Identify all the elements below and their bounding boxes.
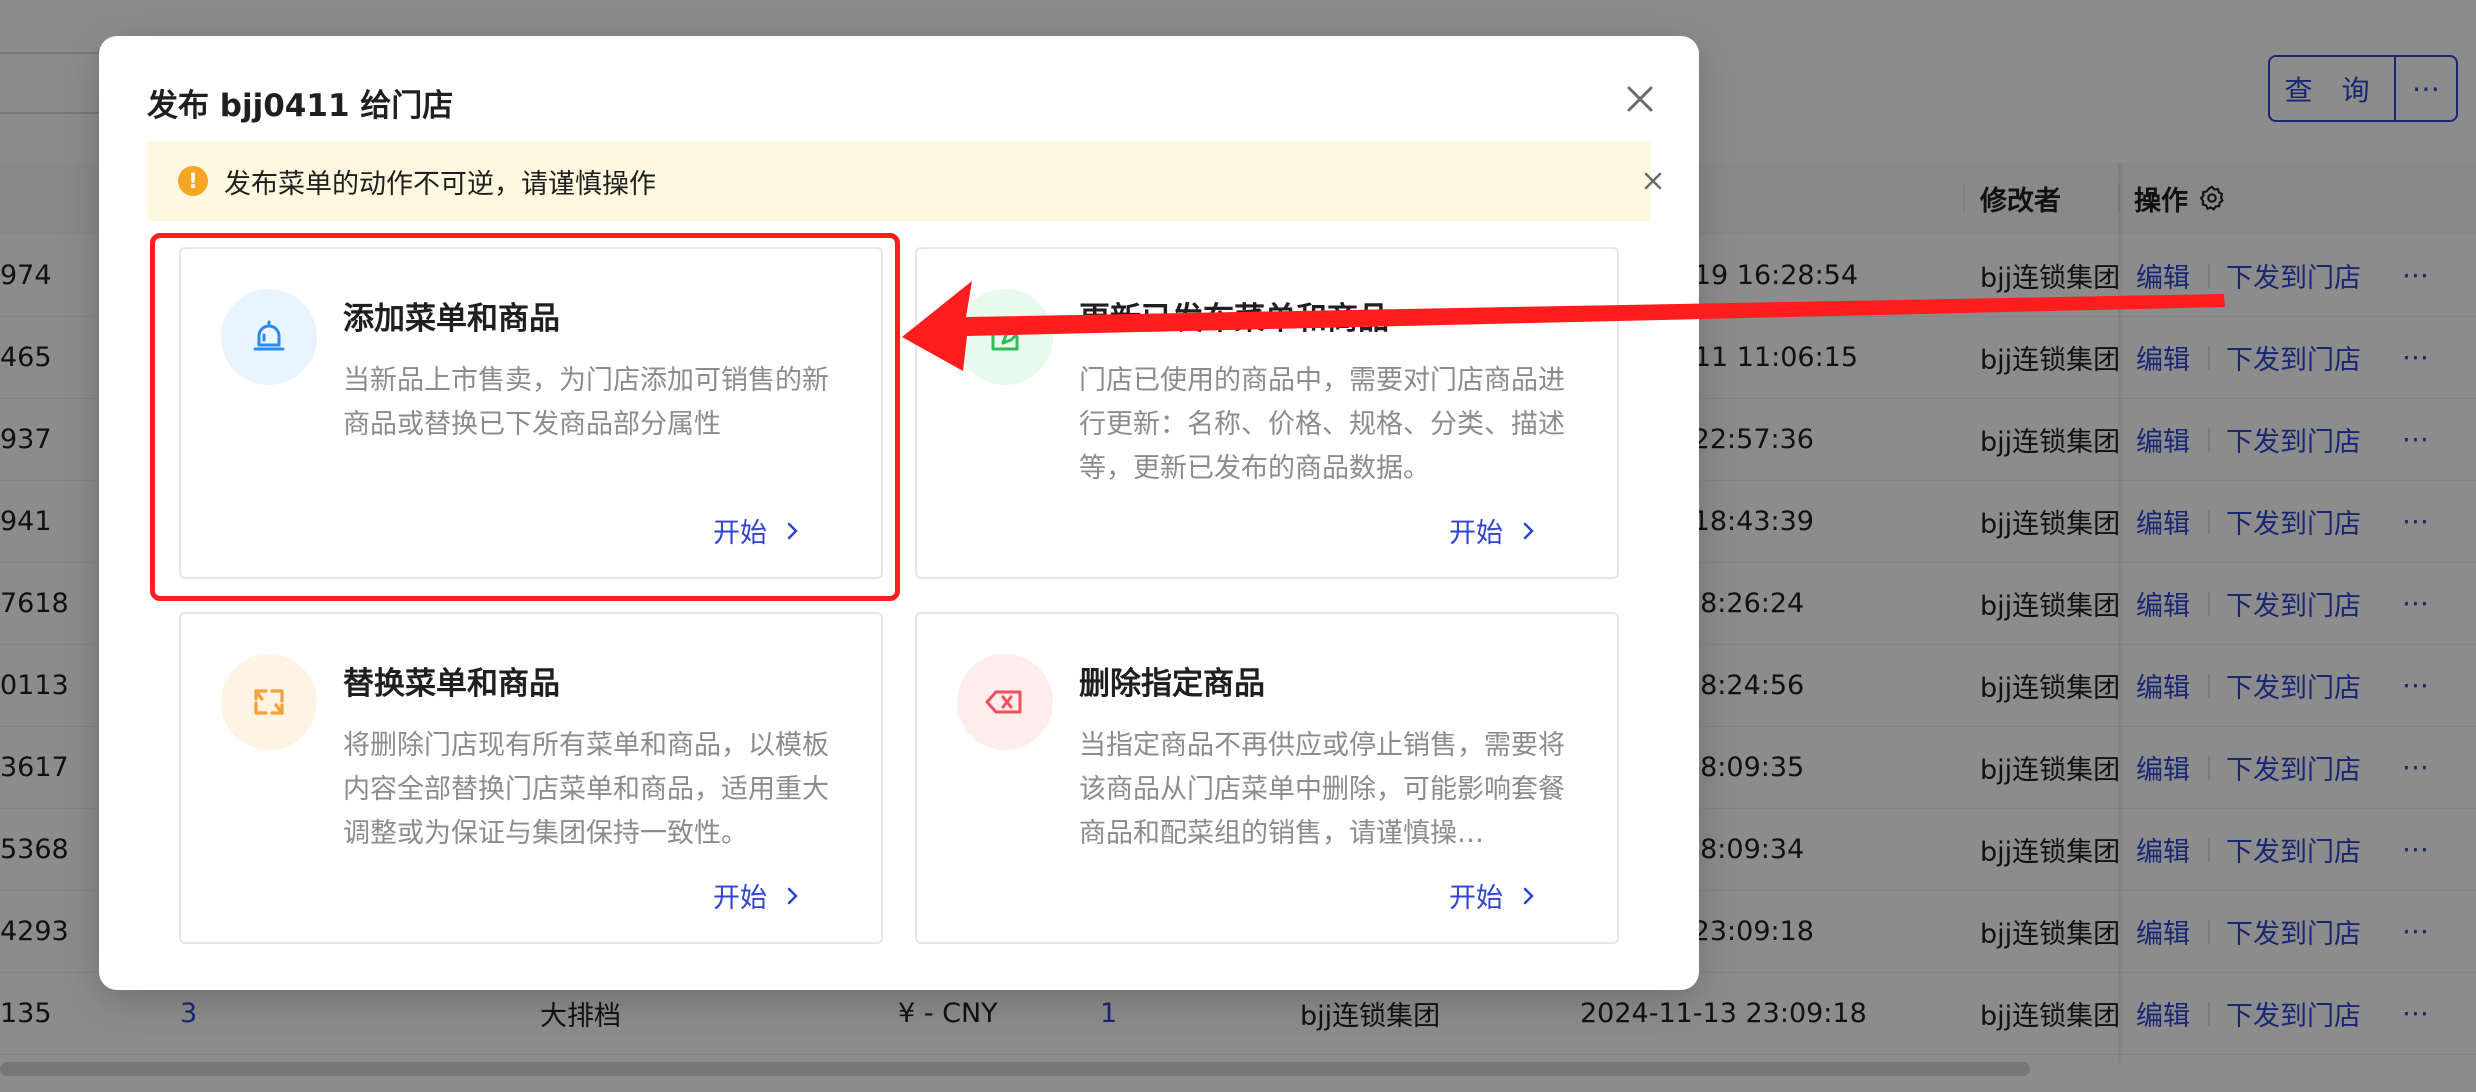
annotation-arrow — [902, 281, 2225, 371]
